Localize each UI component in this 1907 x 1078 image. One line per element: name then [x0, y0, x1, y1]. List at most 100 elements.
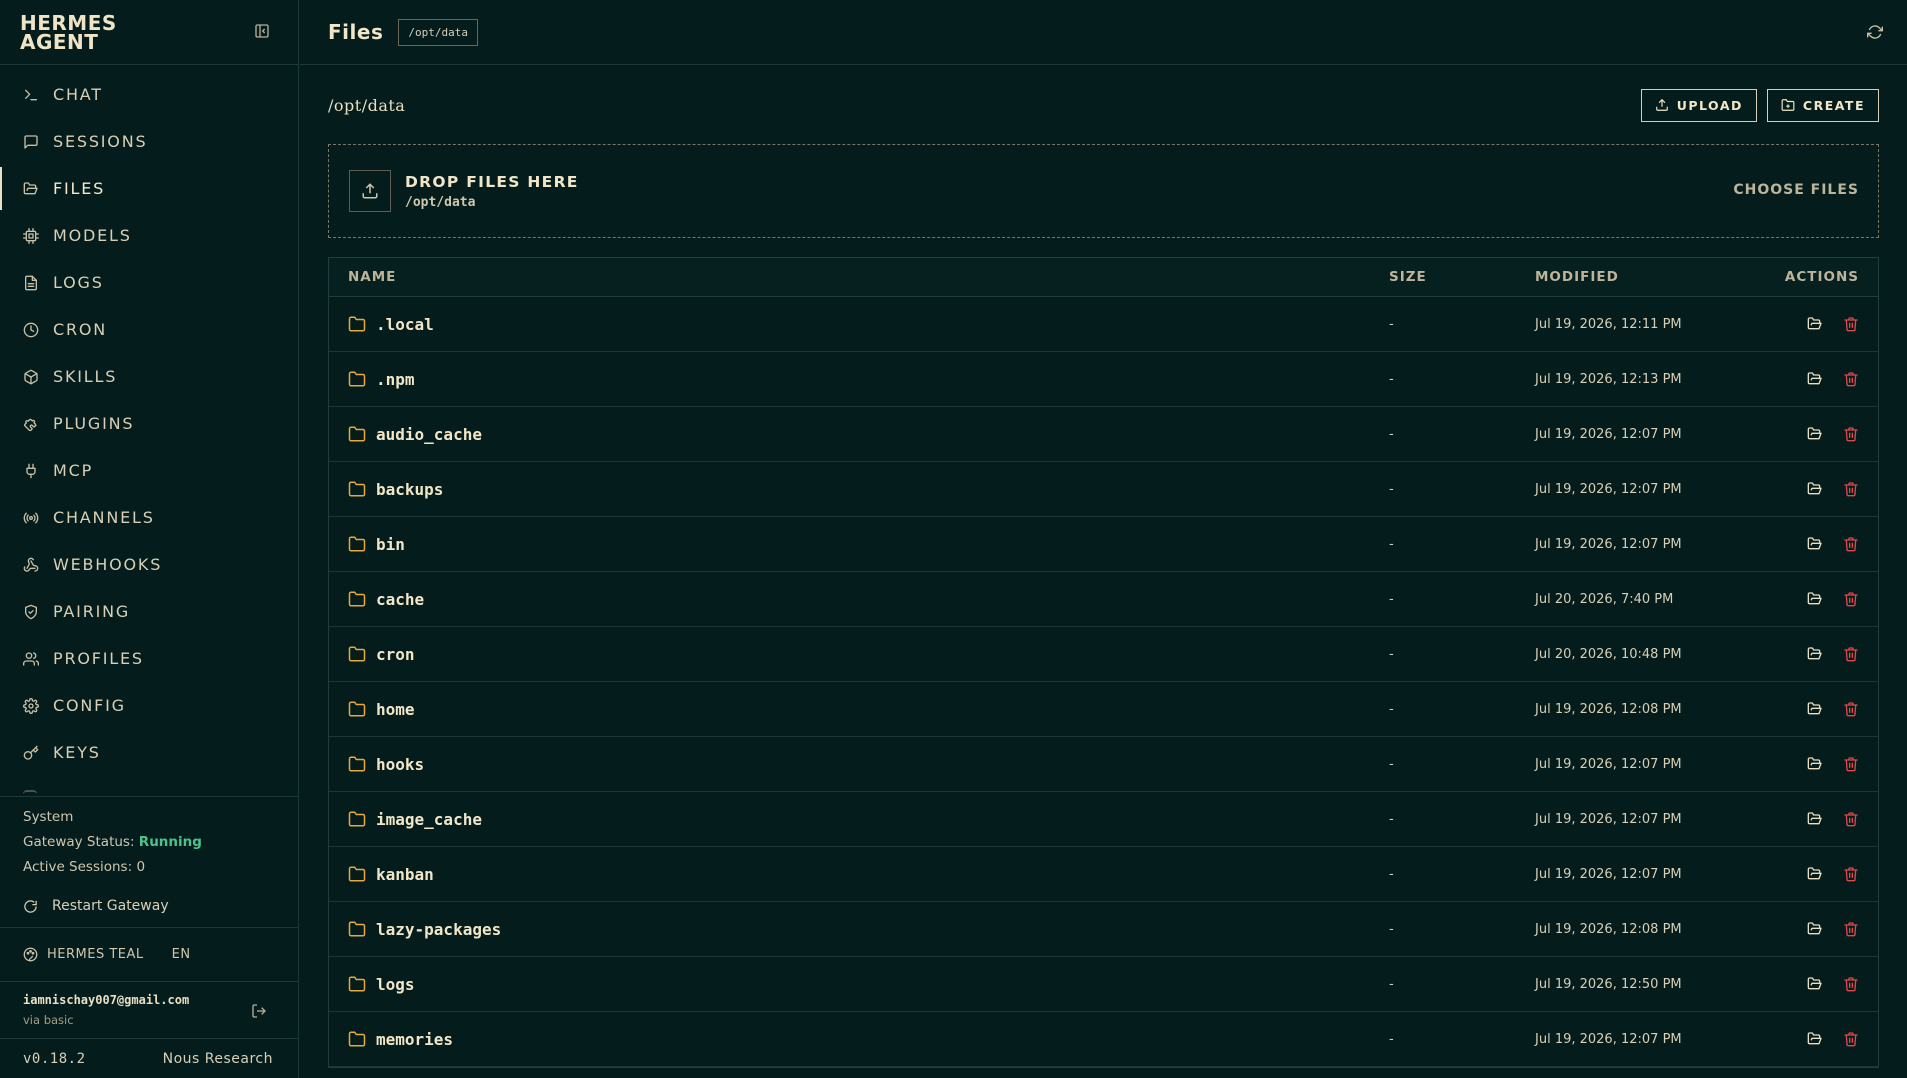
open-folder-icon[interactable]	[1807, 976, 1823, 992]
file-modified: Jul 19, 2026, 12:11 PM	[1535, 316, 1682, 332]
row-actions	[1740, 811, 1878, 827]
users-icon	[23, 651, 39, 667]
table-row[interactable]: cron - Jul 20, 2026, 10:48 PM	[329, 627, 1878, 682]
sidebar-item-config[interactable]: CONFIG	[0, 682, 298, 729]
open-folder-icon[interactable]	[1807, 591, 1823, 607]
collapse-sidebar-icon[interactable]	[254, 23, 270, 39]
current-path: /opt/data	[328, 95, 406, 115]
language-switcher[interactable]: EN	[172, 947, 191, 962]
header-size[interactable]: SIZE	[1389, 269, 1535, 285]
sidebar-item-mcp[interactable]: MCP	[0, 447, 298, 494]
restart-gateway-button[interactable]: Restart Gateway	[23, 894, 275, 919]
table-row[interactable]: logs - Jul 19, 2026, 12:50 PM	[329, 957, 1878, 1012]
open-folder-icon[interactable]	[1807, 371, 1823, 387]
delete-icon[interactable]	[1843, 1031, 1859, 1047]
create-button[interactable]: CREATE	[1766, 88, 1879, 122]
delete-icon[interactable]	[1843, 866, 1859, 882]
delete-icon[interactable]	[1843, 371, 1859, 387]
delete-icon[interactable]	[1843, 646, 1859, 662]
choose-files-button[interactable]: CHOOSE FILES	[1733, 182, 1859, 198]
sidebar-item-cron[interactable]: CRON	[0, 306, 298, 353]
table-row[interactable]: memories - Jul 19, 2026, 12:07 PM	[329, 1012, 1878, 1067]
delete-icon[interactable]	[1843, 316, 1859, 332]
open-folder-icon[interactable]	[1807, 921, 1823, 937]
file-name-cell[interactable]: cron	[329, 645, 1389, 664]
table-row[interactable]: .npm - Jul 19, 2026, 12:13 PM	[329, 352, 1878, 407]
sidebar-item-files[interactable]: FILES	[0, 165, 298, 212]
table-row[interactable]: home - Jul 19, 2026, 12:08 PM	[329, 682, 1878, 737]
sidebar-item-keys[interactable]: KEYS	[0, 729, 298, 776]
sidebar-item-profiles[interactable]: PROFILES	[0, 635, 298, 682]
sidebar-item-pairing[interactable]: PAIRING	[0, 588, 298, 635]
sidebar-item-label: FILES	[53, 179, 106, 198]
table-row[interactable]: kanban - Jul 19, 2026, 12:07 PM	[329, 847, 1878, 902]
file-name: .local	[376, 314, 434, 334]
logout-icon[interactable]	[251, 1003, 267, 1019]
file-name-cell[interactable]: logs	[329, 975, 1389, 994]
sidebar-item-sessions[interactable]: SESSIONS	[0, 118, 298, 165]
upload-label: UPLOAD	[1676, 97, 1743, 113]
open-folder-icon[interactable]	[1807, 426, 1823, 442]
open-folder-icon[interactable]	[1807, 316, 1823, 332]
table-row[interactable]: lazy-packages - Jul 19, 2026, 12:08 PM	[329, 902, 1878, 957]
table-row[interactable]: bin - Jul 19, 2026, 12:07 PM	[329, 517, 1878, 572]
open-folder-icon[interactable]	[1807, 646, 1823, 662]
sidebar-item-models[interactable]: MODELS	[0, 212, 298, 259]
open-folder-icon[interactable]	[1807, 756, 1823, 772]
file-name-cell[interactable]: home	[329, 700, 1389, 719]
file-name-cell[interactable]: kanban	[329, 865, 1389, 884]
open-folder-icon[interactable]	[1807, 811, 1823, 827]
restart-gateway-label: Restart Gateway	[52, 898, 169, 914]
open-folder-icon[interactable]	[1807, 701, 1823, 717]
table-row[interactable]: backups - Jul 19, 2026, 12:07 PM	[329, 462, 1878, 517]
delete-icon[interactable]	[1843, 536, 1859, 552]
file-name-cell[interactable]: image_cache	[329, 810, 1389, 829]
table-row[interactable]: image_cache - Jul 19, 2026, 12:07 PM	[329, 792, 1878, 847]
drop-zone[interactable]: DROP FILES HERE /opt/data CHOOSE FILES	[328, 144, 1879, 238]
table-row[interactable]: cache - Jul 20, 2026, 7:40 PM	[329, 572, 1878, 627]
theme-switcher[interactable]: HERMES TEAL	[23, 947, 144, 962]
sidebar-item-channels[interactable]: CHANNELS	[0, 494, 298, 541]
brand-title: HERMES AGENT	[20, 11, 117, 54]
sidebar-item-label: PLUGINS	[53, 414, 135, 433]
file-name-cell[interactable]: .local	[329, 315, 1389, 334]
delete-icon[interactable]	[1843, 811, 1859, 827]
file-name-cell[interactable]: bin	[329, 535, 1389, 554]
sidebar-item-logs[interactable]: LOGS	[0, 259, 298, 306]
row-actions	[1740, 976, 1878, 992]
header-name[interactable]: NAME	[329, 269, 1389, 285]
open-folder-icon[interactable]	[1807, 536, 1823, 552]
row-actions	[1740, 701, 1878, 717]
table-row[interactable]: hooks - Jul 19, 2026, 12:07 PM	[329, 737, 1878, 792]
file-modified: Jul 19, 2026, 12:07 PM	[1535, 1031, 1682, 1047]
open-folder-icon[interactable]	[1807, 481, 1823, 497]
refresh-icon[interactable]	[1867, 24, 1883, 40]
file-name-cell[interactable]: memories	[329, 1030, 1389, 1049]
file-modified: Jul 19, 2026, 12:07 PM	[1535, 481, 1682, 497]
sidebar-item-skills[interactable]: SKILLS	[0, 353, 298, 400]
header-modified[interactable]: MODIFIED	[1535, 269, 1740, 285]
delete-icon[interactable]	[1843, 756, 1859, 772]
delete-icon[interactable]	[1843, 481, 1859, 497]
sidebar-item-webhooks[interactable]: WEBHOOKS	[0, 541, 298, 588]
sidebar-item-chat[interactable]: CHAT	[0, 71, 298, 118]
file-name-cell[interactable]: audio_cache	[329, 425, 1389, 444]
open-folder-icon[interactable]	[1807, 866, 1823, 882]
upload-button[interactable]: UPLOAD	[1640, 88, 1757, 122]
table-row[interactable]: audio_cache - Jul 19, 2026, 12:07 PM	[329, 407, 1878, 462]
delete-icon[interactable]	[1843, 976, 1859, 992]
file-name-cell[interactable]: .npm	[329, 370, 1389, 389]
file-name-cell[interactable]: hooks	[329, 755, 1389, 774]
file-name-cell[interactable]: lazy-packages	[329, 920, 1389, 939]
table-row[interactable]: .local - Jul 19, 2026, 12:11 PM	[329, 297, 1878, 352]
file-name-cell[interactable]: backups	[329, 480, 1389, 499]
header-actions: ACTIONS	[1784, 269, 1859, 285]
delete-icon[interactable]	[1843, 701, 1859, 717]
delete-icon[interactable]	[1843, 591, 1859, 607]
sidebar-item-plugins[interactable]: PLUGINS	[0, 400, 298, 447]
delete-icon[interactable]	[1843, 921, 1859, 937]
folder-icon	[348, 1030, 366, 1048]
open-folder-icon[interactable]	[1807, 1031, 1823, 1047]
file-name-cell[interactable]: cache	[329, 590, 1389, 609]
delete-icon[interactable]	[1843, 426, 1859, 442]
